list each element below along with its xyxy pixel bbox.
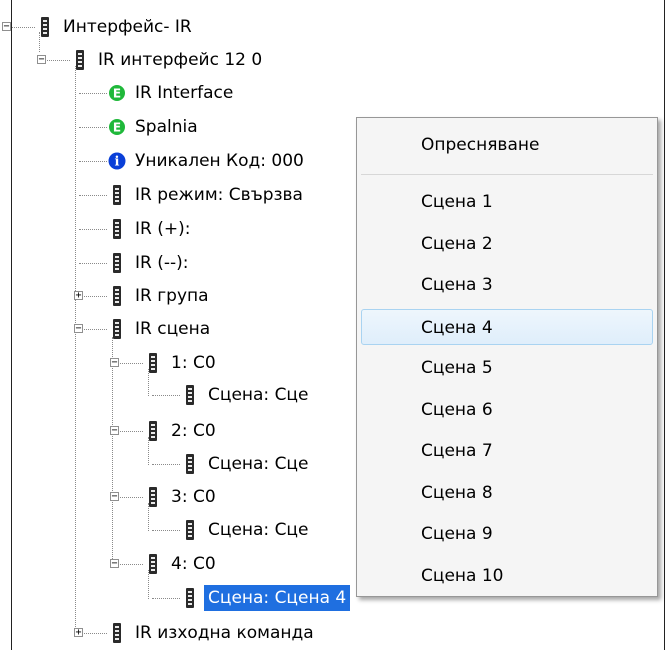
menu-item-scene[interactable]: Сцена 2 [361, 226, 653, 262]
device-icon [107, 622, 127, 644]
device-icon [107, 318, 127, 340]
tree-connector [152, 598, 180, 599]
menu-item-refresh[interactable]: Опресняване [361, 127, 653, 163]
tree-node-label[interactable]: 3: C0 [171, 484, 216, 510]
tree-connector [7, 27, 35, 28]
expand-icon[interactable]: + [74, 628, 83, 638]
tree-connector [79, 195, 107, 196]
tree-connector [42, 60, 70, 61]
tree-connector [79, 161, 107, 162]
tree-node-label[interactable]: IR група [135, 283, 209, 309]
green-e-icon: E [107, 82, 127, 104]
tree-connector [79, 633, 107, 634]
tree-guide-line [75, 66, 76, 633]
tree-connector [152, 530, 180, 531]
device-icon [180, 587, 200, 609]
svg-text:E: E [113, 121, 121, 135]
device-icon [107, 184, 127, 206]
collapse-icon[interactable]: − [74, 324, 83, 334]
device-icon [180, 384, 200, 406]
device-icon [107, 285, 127, 307]
tree-connector [79, 296, 107, 297]
collapse-icon[interactable]: − [2, 22, 11, 32]
tree-connector [115, 431, 143, 432]
tree-node-label[interactable]: IR (--): [135, 250, 189, 276]
tree-node-label[interactable]: 2: C0 [171, 418, 216, 444]
device-icon [143, 486, 163, 508]
device-icon [35, 16, 55, 38]
tree-connector [79, 329, 107, 330]
tree-node-label[interactable]: 1: C0 [171, 350, 216, 376]
tree-connector [115, 363, 143, 364]
tree-node-label[interactable]: IR (+): [135, 216, 190, 242]
collapse-icon[interactable]: − [110, 358, 119, 368]
menu-item-scene[interactable]: Сцена 4 [361, 308, 653, 345]
device-icon [180, 519, 200, 541]
tree-node-label[interactable]: Сцена: Сце [208, 382, 308, 408]
tree-node-label[interactable]: Сцена: Сце [208, 517, 308, 543]
collapse-icon[interactable]: − [110, 559, 119, 569]
tree-connector [79, 93, 107, 94]
tree-node-label-selected[interactable]: Сцена: Сцена 4 [204, 585, 351, 611]
tree-node-label[interactable]: IR сцена [135, 316, 210, 342]
device-icon [143, 352, 163, 374]
menu-item-scene[interactable]: Сцена 5 [361, 350, 653, 386]
tree-node-label[interactable]: 4: C0 [171, 551, 216, 577]
tree-connector [79, 229, 107, 230]
menu-separator [361, 174, 653, 175]
device-icon [107, 218, 127, 240]
tree-node-label[interactable]: Сцена: Сце [208, 451, 308, 477]
tree-node-label[interactable]: Spalnia [135, 114, 198, 140]
tree-node-label[interactable]: Уникален Код: 000 [135, 148, 304, 174]
tree-connector [152, 395, 180, 396]
tree-connector [115, 564, 143, 565]
device-icon [70, 49, 90, 71]
svg-text:i: i [115, 155, 120, 170]
svg-text:E: E [113, 87, 121, 101]
menu-item-scene[interactable]: Сцена 6 [361, 392, 653, 428]
tree-connector [79, 263, 107, 264]
tree-connector [115, 497, 143, 498]
tree-node-label[interactable]: IR режим: Свързва [135, 182, 303, 208]
tree-node-label[interactable]: IR интерфейс 12 0 [98, 47, 262, 73]
device-icon [107, 252, 127, 274]
menu-item-scene[interactable]: Сцена 9 [361, 516, 653, 552]
device-icon [143, 553, 163, 575]
device-icon [143, 420, 163, 442]
info-icon: i [107, 150, 127, 172]
tree-connector [152, 464, 180, 465]
menu-item-scene[interactable]: Сцена 1 [361, 184, 653, 220]
tree-guide-line [112, 337, 113, 565]
green-e-icon: E [107, 116, 127, 138]
menu-item-scene[interactable]: Сцена 10 [361, 558, 653, 594]
menu-item-scene[interactable]: Сцена 8 [361, 475, 653, 511]
device-icon [180, 453, 200, 475]
tree-connector [79, 127, 107, 128]
expand-icon[interactable]: + [74, 291, 83, 301]
menu-item-scene[interactable]: Сцена 3 [361, 267, 653, 303]
tree-node-label[interactable]: IR Interface [135, 80, 233, 106]
collapse-icon[interactable]: − [37, 55, 46, 65]
menu-item-scene[interactable]: Сцена 7 [361, 433, 653, 469]
collapse-icon[interactable]: − [110, 492, 119, 502]
tree-node-label[interactable]: IR изходна команда [135, 620, 314, 646]
collapse-icon[interactable]: − [110, 426, 119, 436]
tree-node-label[interactable]: Интерфейс- IR [63, 14, 192, 40]
context-menu: Опресняване Сцена 1 Сцена 2 Сцена 3 Сцена 4… [356, 117, 658, 597]
